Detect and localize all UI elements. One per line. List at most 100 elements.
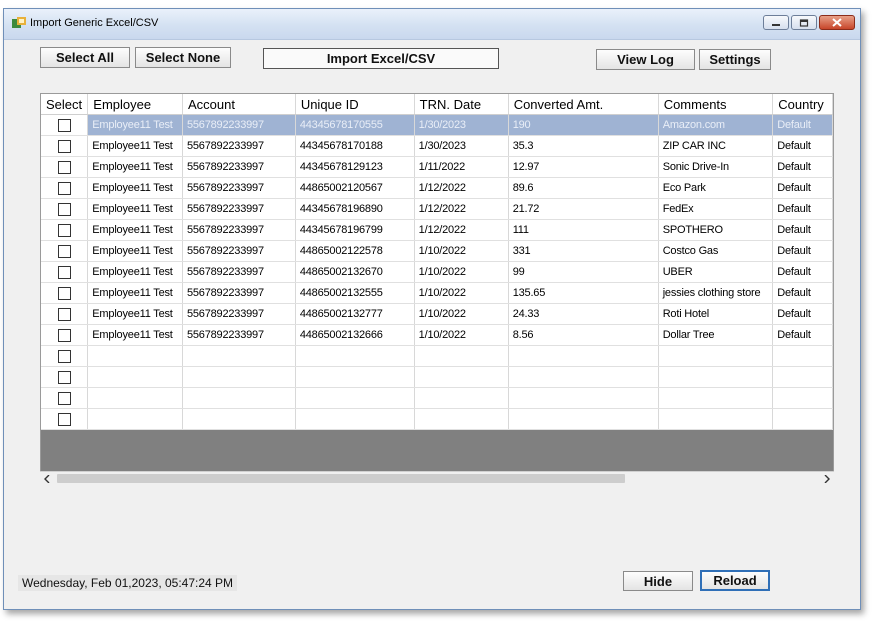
converted-amt-cell[interactable]: 21.72 bbox=[508, 198, 659, 220]
settings-button[interactable]: Settings bbox=[699, 49, 771, 70]
country-cell[interactable]: Default bbox=[772, 198, 833, 220]
account-cell[interactable]: 5567892233997 bbox=[182, 240, 296, 262]
converted-amt-cell[interactable]: 89.6 bbox=[508, 177, 659, 199]
trn-date-cell[interactable]: 1/30/2023 bbox=[414, 135, 509, 157]
select-cell[interactable] bbox=[41, 219, 89, 241]
select-cell[interactable] bbox=[41, 408, 89, 430]
trn-date-cell[interactable]: 1/10/2022 bbox=[414, 240, 509, 262]
scrollbar-thumb[interactable] bbox=[57, 474, 625, 483]
minimize-button[interactable] bbox=[763, 15, 789, 30]
table-row[interactable]: Employee11 Test 5567892233997 448650021326… bbox=[41, 261, 833, 283]
select-cell[interactable] bbox=[41, 387, 89, 409]
country-cell[interactable] bbox=[772, 387, 833, 409]
table-row[interactable]: Employee11 Test 5567892233997 443456781701… bbox=[41, 135, 833, 157]
account-cell[interactable]: 5567892233997 bbox=[182, 219, 296, 241]
employee-cell[interactable]: Employee11 Test bbox=[87, 156, 183, 178]
account-cell[interactable] bbox=[182, 345, 296, 367]
select-cell[interactable] bbox=[41, 240, 89, 262]
account-cell[interactable]: 5567892233997 bbox=[182, 135, 296, 157]
unique-id-cell[interactable]: 44865002132670 bbox=[295, 261, 415, 283]
account-cell[interactable]: 5567892233997 bbox=[182, 177, 296, 199]
employee-cell[interactable]: Employee11 Test bbox=[87, 135, 183, 157]
column-header-converted-amt[interactable]: Converted Amt. bbox=[508, 94, 659, 115]
row-select-checkbox[interactable] bbox=[57, 244, 71, 258]
account-cell[interactable] bbox=[182, 366, 296, 388]
trn-date-cell[interactable]: 1/30/2023 bbox=[414, 114, 509, 136]
trn-date-cell[interactable]: 1/10/2022 bbox=[414, 324, 509, 346]
account-cell[interactable]: 5567892233997 bbox=[182, 198, 296, 220]
employee-cell[interactable]: Employee11 Test bbox=[87, 240, 183, 262]
converted-amt-cell[interactable] bbox=[508, 387, 659, 409]
country-cell[interactable]: Default bbox=[772, 135, 833, 157]
table-row[interactable]: Employee11 Test 5567892233997 448650021225… bbox=[41, 240, 833, 262]
country-cell[interactable]: Default bbox=[772, 240, 833, 262]
converted-amt-cell[interactable]: 111 bbox=[508, 219, 659, 241]
select-cell[interactable] bbox=[41, 303, 89, 325]
scroll-right-button[interactable] bbox=[820, 472, 834, 486]
trn-date-cell[interactable]: 1/10/2022 bbox=[414, 303, 509, 325]
account-cell[interactable]: 5567892233997 bbox=[182, 282, 296, 304]
employee-cell[interactable] bbox=[87, 387, 183, 409]
table-row[interactable] bbox=[41, 408, 833, 430]
table-row[interactable] bbox=[41, 345, 833, 367]
table-row[interactable]: Employee11 Test 5567892233997 448650021205… bbox=[41, 177, 833, 199]
employee-cell[interactable]: Employee11 Test bbox=[87, 324, 183, 346]
converted-amt-cell[interactable] bbox=[508, 366, 659, 388]
unique-id-cell[interactable]: 44345678170555 bbox=[295, 114, 415, 136]
converted-amt-cell[interactable]: 35.3 bbox=[508, 135, 659, 157]
row-select-checkbox[interactable] bbox=[57, 349, 71, 363]
select-cell[interactable] bbox=[41, 261, 89, 283]
table-row[interactable]: Employee11 Test 5567892233997 448650021326… bbox=[41, 324, 833, 346]
country-cell[interactable] bbox=[772, 366, 833, 388]
row-select-checkbox[interactable] bbox=[57, 223, 71, 237]
table-row[interactable]: Employee11 Test 5567892233997 448650021325… bbox=[41, 282, 833, 304]
country-cell[interactable]: Default bbox=[772, 156, 833, 178]
trn-date-cell[interactable] bbox=[414, 408, 509, 430]
reload-button[interactable]: Reload bbox=[700, 570, 770, 591]
select-cell[interactable] bbox=[41, 114, 89, 136]
row-select-checkbox[interactable] bbox=[57, 265, 71, 279]
row-select-checkbox[interactable] bbox=[57, 370, 71, 384]
title-bar[interactable]: Import Generic Excel/CSV bbox=[4, 9, 860, 40]
unique-id-cell[interactable]: 44865002132666 bbox=[295, 324, 415, 346]
close-button[interactable] bbox=[819, 15, 855, 30]
scroll-left-button[interactable] bbox=[40, 472, 54, 486]
column-header-account[interactable]: Account bbox=[182, 94, 296, 115]
row-select-checkbox[interactable] bbox=[57, 391, 71, 405]
country-cell[interactable]: Default bbox=[772, 114, 833, 136]
table-row[interactable]: Employee11 Test 5567892233997 443456781705… bbox=[41, 114, 833, 136]
country-cell[interactable] bbox=[772, 408, 833, 430]
trn-date-cell[interactable]: 1/12/2022 bbox=[414, 219, 509, 241]
horizontal-scrollbar[interactable] bbox=[40, 471, 834, 486]
employee-cell[interactable]: Employee11 Test bbox=[87, 282, 183, 304]
comments-cell[interactable]: UBER bbox=[658, 261, 774, 283]
table-row[interactable]: Employee11 Test 5567892233997 443456781968… bbox=[41, 198, 833, 220]
row-select-checkbox[interactable] bbox=[57, 307, 71, 321]
account-cell[interactable]: 5567892233997 bbox=[182, 156, 296, 178]
column-header-comments[interactable]: Comments bbox=[658, 94, 774, 115]
account-cell[interactable]: 5567892233997 bbox=[182, 261, 296, 283]
comments-cell[interactable] bbox=[658, 366, 774, 388]
comments-cell[interactable]: Roti Hotel bbox=[658, 303, 774, 325]
select-cell[interactable] bbox=[41, 366, 89, 388]
comments-cell[interactable] bbox=[658, 345, 774, 367]
comments-cell[interactable] bbox=[658, 408, 774, 430]
converted-amt-cell[interactable]: 24.33 bbox=[508, 303, 659, 325]
converted-amt-cell[interactable]: 12.97 bbox=[508, 156, 659, 178]
comments-cell[interactable]: ZIP CAR INC bbox=[658, 135, 774, 157]
employee-cell[interactable]: Employee11 Test bbox=[87, 177, 183, 199]
country-cell[interactable] bbox=[772, 345, 833, 367]
unique-id-cell[interactable] bbox=[295, 345, 415, 367]
row-select-checkbox[interactable] bbox=[57, 202, 71, 216]
unique-id-cell[interactable]: 44865002120567 bbox=[295, 177, 415, 199]
employee-cell[interactable]: Employee11 Test bbox=[87, 114, 183, 136]
column-header-country[interactable]: Country bbox=[772, 94, 833, 115]
account-cell[interactable]: 5567892233997 bbox=[182, 324, 296, 346]
view-log-button[interactable]: View Log bbox=[596, 49, 695, 70]
trn-date-cell[interactable]: 1/10/2022 bbox=[414, 282, 509, 304]
row-select-checkbox[interactable] bbox=[57, 118, 71, 132]
country-cell[interactable]: Default bbox=[772, 261, 833, 283]
column-header-trn-date[interactable]: TRN. Date bbox=[414, 94, 509, 115]
column-header-unique-id[interactable]: Unique ID bbox=[295, 94, 415, 115]
trn-date-cell[interactable]: 1/12/2022 bbox=[414, 177, 509, 199]
